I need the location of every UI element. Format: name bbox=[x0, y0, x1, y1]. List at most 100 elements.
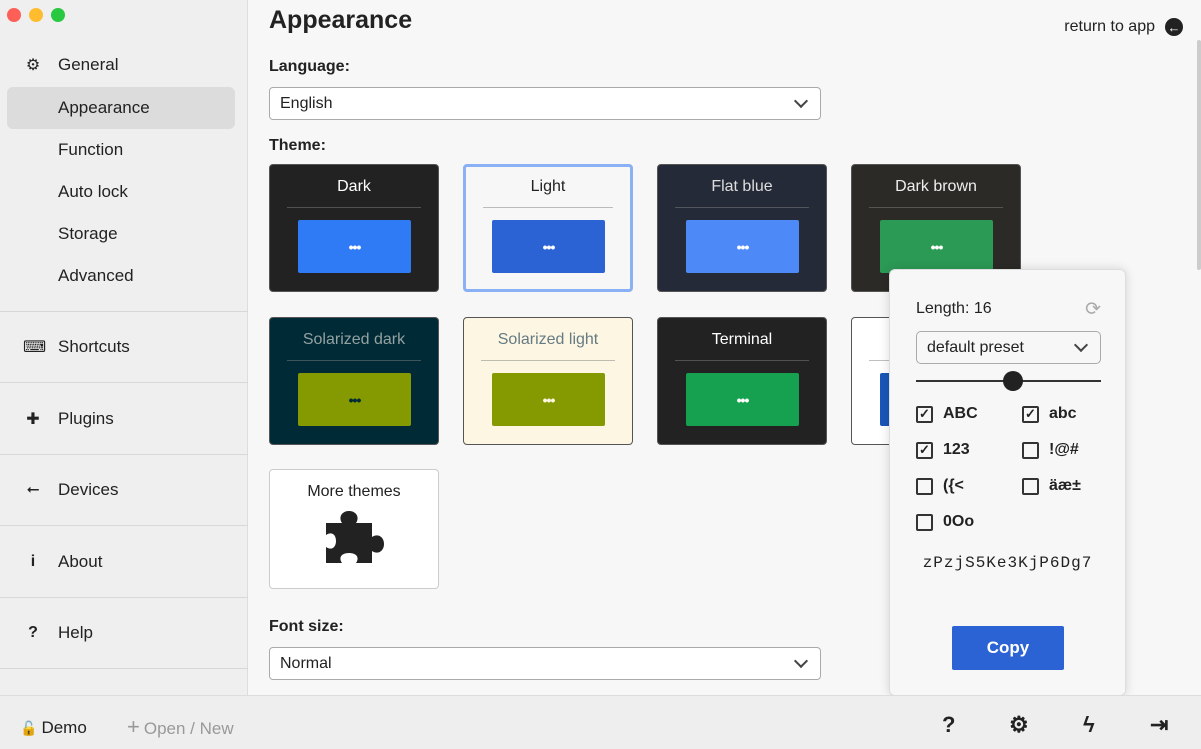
arrow-left-circle-icon: ← bbox=[1165, 18, 1183, 36]
font-size-label: Font size: bbox=[269, 618, 344, 635]
charset-checkbox[interactable]: äæ± bbox=[1022, 477, 1081, 495]
sidebar-item-label: Storage bbox=[58, 224, 118, 243]
demo-vault-button[interactable]: 🔓 Demo bbox=[20, 718, 87, 738]
gear-icon: ⚙ bbox=[25, 57, 41, 74]
sidebar-item-label: Appearance bbox=[58, 98, 150, 117]
theme-preview-button: ••• bbox=[298, 373, 411, 426]
divider bbox=[0, 597, 248, 598]
font-size-select[interactable]: Normal bbox=[269, 647, 821, 680]
return-to-app-button[interactable]: return to app ← bbox=[1052, 14, 1183, 40]
sidebar-item-advanced[interactable]: Advanced bbox=[7, 255, 235, 297]
more-themes-label: More themes bbox=[307, 483, 401, 500]
language-label: Language: bbox=[269, 58, 350, 75]
charset-checkbox[interactable]: ✓ abc bbox=[1022, 405, 1077, 423]
theme-preview-button: ••• bbox=[492, 220, 605, 273]
sidebar-item-label: About bbox=[58, 552, 103, 571]
charset-checkbox[interactable]: ✓ ABC bbox=[916, 405, 978, 423]
question-icon: ? bbox=[28, 624, 38, 641]
sidebar-item-shortcuts[interactable]: ⌨ Shortcuts bbox=[7, 326, 235, 368]
theme-label: Theme: bbox=[269, 137, 326, 154]
charset-label: äæ± bbox=[1049, 477, 1081, 494]
sidebar-item-devices[interactable]: ⭠ Devices bbox=[7, 469, 235, 511]
language-select[interactable]: English bbox=[269, 87, 821, 120]
return-label: return to app bbox=[1064, 18, 1155, 35]
open-new-button[interactable]: + Open / New bbox=[127, 714, 234, 740]
checkbox-icon bbox=[1022, 477, 1039, 495]
font-size-value: Normal bbox=[280, 654, 332, 672]
generated-password: zPzjS5Ke3KjP6Dg7 bbox=[922, 554, 1093, 572]
theme-name: Solarized light bbox=[481, 331, 615, 361]
close-window-button[interactable] bbox=[7, 8, 21, 22]
charset-label: 0Oo bbox=[943, 513, 975, 530]
unlock-icon: 🔓 bbox=[20, 719, 38, 736]
demo-label: Demo bbox=[41, 718, 87, 737]
checkbox-icon: ✓ bbox=[916, 441, 933, 459]
minimize-window-button[interactable] bbox=[29, 8, 43, 22]
sidebar-item-help[interactable]: ? Help bbox=[7, 612, 235, 654]
window-controls bbox=[7, 8, 65, 22]
charset-checkbox[interactable]: !@# bbox=[1022, 441, 1079, 459]
sidebar-item-plugins[interactable]: ✚ Plugins bbox=[7, 398, 235, 440]
sidebar-item-auto-lock[interactable]: Auto lock bbox=[7, 171, 235, 213]
sidebar-item-label: General bbox=[58, 55, 119, 74]
theme-preview-button: ••• bbox=[298, 220, 411, 273]
checkbox-icon bbox=[916, 513, 933, 531]
length-slider-handle[interactable] bbox=[1003, 371, 1023, 391]
charset-checkbox[interactable]: ✓ 123 bbox=[916, 441, 970, 459]
theme-card[interactable]: Flat blue ••• bbox=[657, 164, 827, 292]
sidebar-item-label: Shortcuts bbox=[58, 337, 130, 356]
refresh-icon[interactable]: ⟳ bbox=[1085, 298, 1101, 321]
checkbox-icon bbox=[1022, 441, 1039, 459]
checkbox-icon: ✓ bbox=[916, 405, 933, 423]
sidebar-item-about[interactable]: i About bbox=[7, 541, 235, 583]
sidebar-item-label: Advanced bbox=[58, 266, 134, 285]
theme-card[interactable]: Solarized light ••• bbox=[463, 317, 633, 445]
sidebar-item-function[interactable]: Function bbox=[7, 129, 235, 171]
lightning-icon[interactable]: ϟ bbox=[1083, 712, 1095, 738]
keyboard-icon: ⌨ bbox=[23, 339, 47, 356]
theme-preview-button: ••• bbox=[880, 220, 993, 273]
theme-name: Terminal bbox=[675, 331, 809, 361]
puzzle-icon bbox=[326, 511, 384, 563]
chevron-down-icon bbox=[793, 653, 809, 669]
sidebar: ⚙ General Appearance Function Auto lock S… bbox=[0, 0, 248, 695]
divider bbox=[0, 454, 248, 455]
charset-label: abc bbox=[1049, 405, 1077, 422]
charset-label: ABC bbox=[943, 405, 978, 422]
charset-label: 123 bbox=[943, 441, 970, 458]
open-new-label: Open / New bbox=[143, 719, 234, 738]
settings-gear-icon[interactable]: ⚙ bbox=[1009, 712, 1029, 738]
maximize-window-button[interactable] bbox=[51, 8, 65, 22]
puzzle-icon: ✚ bbox=[26, 411, 40, 428]
preset-value: default preset bbox=[927, 338, 1024, 356]
chevron-down-icon bbox=[793, 93, 809, 109]
divider bbox=[0, 311, 248, 312]
scrollbar[interactable] bbox=[1197, 40, 1201, 270]
charset-label: ({< bbox=[943, 477, 964, 494]
theme-name: Flat blue bbox=[675, 178, 809, 208]
sidebar-item-storage[interactable]: Storage bbox=[7, 213, 235, 255]
more-themes-card[interactable]: More themes bbox=[269, 469, 439, 589]
logout-icon[interactable]: ⇥ bbox=[1150, 712, 1168, 738]
divider bbox=[0, 382, 248, 383]
plus-icon: + bbox=[127, 714, 140, 739]
charset-label: !@# bbox=[1049, 441, 1079, 458]
info-icon: i bbox=[30, 553, 36, 570]
sidebar-item-appearance[interactable]: Appearance bbox=[7, 87, 235, 129]
preset-select[interactable]: default preset bbox=[916, 331, 1101, 364]
checkbox-icon: ✓ bbox=[1022, 405, 1039, 423]
sidebar-item-general[interactable]: ⚙ General bbox=[7, 44, 235, 86]
charset-checkbox[interactable]: 0Oo bbox=[916, 513, 974, 531]
sidebar-item-label: Function bbox=[58, 140, 124, 159]
divider bbox=[0, 525, 248, 526]
copy-button[interactable]: Copy bbox=[952, 626, 1064, 670]
charset-checkbox[interactable]: ({< bbox=[916, 477, 964, 495]
theme-preview-button: ••• bbox=[686, 373, 799, 426]
help-icon[interactable]: ? bbox=[942, 712, 955, 738]
bottom-bar: 🔓 Demo + Open / New ? ⚙ ϟ ⇥ bbox=[0, 695, 1201, 749]
theme-card[interactable]: Solarized dark ••• bbox=[269, 317, 439, 445]
page-title: Appearance bbox=[269, 6, 413, 34]
theme-card[interactable]: Terminal ••• bbox=[657, 317, 827, 445]
theme-card[interactable]: Dark ••• bbox=[269, 164, 439, 292]
theme-card[interactable]: Light ••• bbox=[463, 164, 633, 292]
